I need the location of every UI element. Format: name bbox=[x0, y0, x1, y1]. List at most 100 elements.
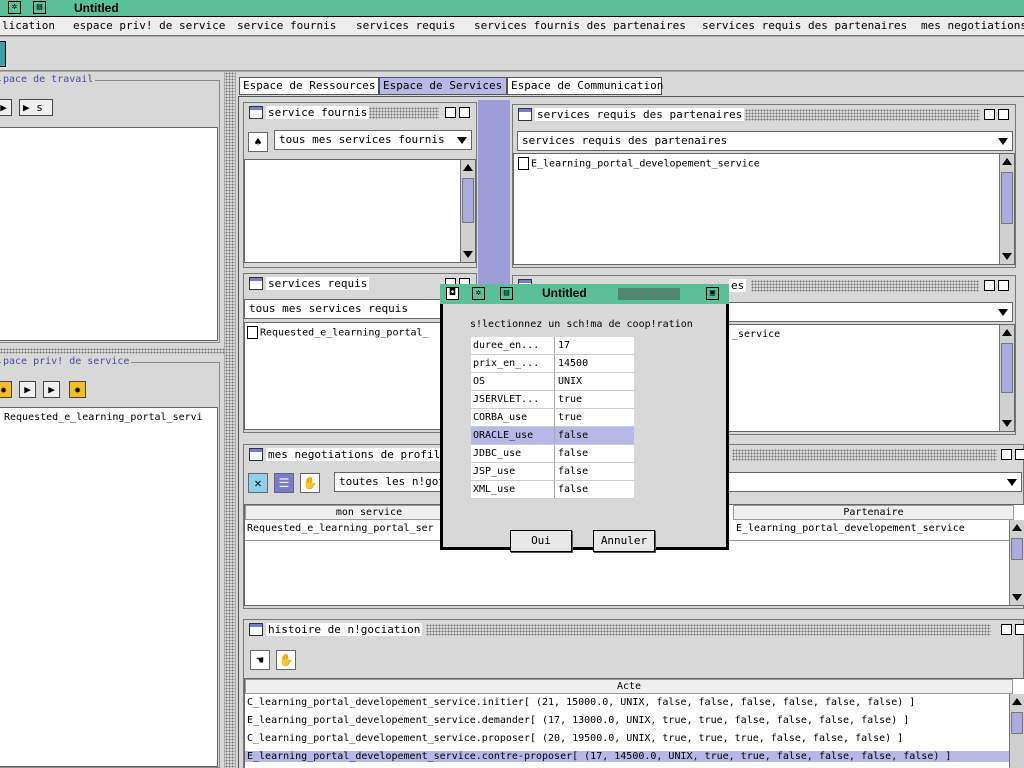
menu-services-fournis-partenaires[interactable]: services fournis des partenaires bbox=[474, 19, 686, 32]
property-row[interactable]: JSP_use false bbox=[471, 463, 634, 481]
property-value[interactable]: UNIX bbox=[554, 373, 634, 390]
scroll-thumb[interactable] bbox=[1001, 343, 1013, 393]
scroll-thumb[interactable] bbox=[462, 178, 474, 223]
gear-icon[interactable]: ✲ bbox=[472, 287, 485, 300]
play-s-button[interactable]: ▶ s bbox=[19, 99, 53, 116]
property-value[interactable]: false bbox=[554, 481, 634, 498]
star-icon[interactable]: ✹ bbox=[0, 381, 12, 398]
property-row[interactable]: OS UNIX bbox=[471, 373, 634, 391]
menu-services-requis[interactable]: services requis bbox=[356, 19, 455, 32]
table-row[interactable]: C_learning_portal_developement_service.p… bbox=[247, 733, 1012, 744]
column-header[interactable]: Partenaire bbox=[733, 505, 1014, 520]
scrollbar[interactable] bbox=[999, 154, 1014, 264]
scrollbar[interactable] bbox=[999, 325, 1014, 431]
menu-application[interactable]: lication bbox=[2, 19, 55, 32]
menu-espace-prive[interactable]: espace priv! de service bbox=[73, 19, 225, 32]
maximize-icon[interactable]: ▣ bbox=[706, 287, 719, 300]
play-icon[interactable]: ▶ bbox=[43, 381, 60, 398]
scroll-thumb[interactable] bbox=[1011, 712, 1023, 734]
scrollbar[interactable] bbox=[460, 160, 475, 262]
property-row[interactable]: duree_en... 17 bbox=[471, 337, 634, 355]
splitter[interactable] bbox=[0, 348, 224, 354]
property-row[interactable]: prix_en_... 14500 bbox=[471, 355, 634, 373]
handshake-icon[interactable]: ✋ bbox=[300, 473, 320, 493]
annuler-button[interactable]: Annuler bbox=[593, 530, 655, 552]
property-row[interactable]: JSERVLET... true bbox=[471, 391, 634, 409]
tools-icon[interactable]: ✕ bbox=[248, 473, 268, 493]
tab-services[interactable]: Espace de Services bbox=[379, 77, 507, 95]
table-row[interactable]: C_learning_portal_developement_service.i… bbox=[247, 697, 1012, 708]
scroll-up-icon[interactable] bbox=[1002, 329, 1012, 336]
list-item[interactable]: _service bbox=[732, 329, 780, 340]
list-item[interactable]: Requested_e_learning_portal_servi bbox=[4, 412, 203, 423]
property-value[interactable]: true bbox=[554, 391, 634, 408]
property-value[interactable]: false bbox=[554, 463, 634, 480]
window-icon[interactable]: ▤ bbox=[500, 287, 513, 300]
minimize-icon[interactable] bbox=[1001, 449, 1012, 460]
maximize-icon[interactable] bbox=[998, 280, 1009, 291]
menu-services-requis-partenaires[interactable]: services requis des partenaires bbox=[702, 19, 907, 32]
hand-point-icon[interactable]: ☚ bbox=[250, 650, 270, 670]
scroll-up-icon[interactable] bbox=[463, 164, 473, 171]
workspace-list[interactable] bbox=[0, 127, 218, 341]
requis-partenaires-combo[interactable]: services requis des partenaires bbox=[517, 131, 1013, 151]
scroll-down-icon[interactable] bbox=[463, 251, 473, 258]
services-icon[interactable]: ♠ bbox=[248, 132, 268, 152]
menu-mes-negotiations[interactable]: mes negotiations bbox=[921, 19, 1024, 32]
private-list[interactable]: Requested_e_learning_portal_servi bbox=[0, 407, 218, 767]
minimize-icon[interactable] bbox=[1001, 624, 1012, 635]
minimize-icon[interactable] bbox=[445, 107, 456, 118]
maximize-icon[interactable] bbox=[998, 109, 1009, 120]
property-row[interactable]: XML_use false bbox=[471, 481, 634, 499]
scroll-down-icon[interactable] bbox=[1012, 594, 1022, 601]
scroll-up-icon[interactable] bbox=[1012, 524, 1022, 531]
scrollbar[interactable] bbox=[1009, 694, 1024, 768]
window-icon[interactable]: ▤ bbox=[33, 1, 46, 14]
requis-partenaires-list[interactable]: E_learning_portal_developement_service bbox=[513, 153, 1015, 265]
oui-button[interactable]: Oui bbox=[510, 530, 572, 552]
table-row[interactable]: E_learning_portal_developement_service.d… bbox=[247, 715, 1012, 726]
toolbar-button[interactable] bbox=[0, 41, 6, 67]
property-value[interactable]: false bbox=[554, 445, 634, 462]
maximize-icon[interactable] bbox=[1015, 449, 1024, 460]
column-header[interactable]: Acte bbox=[245, 679, 1013, 694]
property-row[interactable]: JDBC_use false bbox=[471, 445, 634, 463]
scroll-thumb[interactable] bbox=[1001, 172, 1013, 224]
table-cell[interactable]: Requested_e_learning_portal_ser bbox=[247, 523, 441, 534]
scroll-thumb[interactable] bbox=[1011, 538, 1023, 560]
property-value[interactable]: true bbox=[554, 409, 634, 426]
property-value[interactable]: false bbox=[554, 427, 634, 444]
play-icon[interactable]: ▶ bbox=[0, 99, 12, 116]
play-icon[interactable]: ▶ bbox=[19, 381, 36, 398]
gear-icon[interactable]: ✲ bbox=[8, 1, 21, 14]
property-row[interactable]: ORACLE_use false bbox=[471, 427, 634, 445]
fournis-combo[interactable]: tous mes services fournis bbox=[274, 130, 472, 150]
combo-value: tous mes services requis bbox=[249, 302, 408, 315]
maximize-icon[interactable] bbox=[459, 107, 470, 118]
scroll-up-icon[interactable] bbox=[1012, 698, 1022, 705]
list-item[interactable]: Requested_e_learning_portal_ bbox=[247, 326, 429, 339]
list-icon[interactable]: ☰ bbox=[274, 473, 294, 493]
table-cell[interactable]: E_learning_portal_developement_service bbox=[736, 523, 965, 534]
minimize-icon[interactable] bbox=[984, 280, 995, 291]
list-item[interactable]: E_learning_portal_developement_service bbox=[518, 157, 760, 170]
scroll-down-icon[interactable] bbox=[1002, 253, 1012, 260]
fournis-list[interactable] bbox=[244, 159, 476, 263]
scroll-down-icon[interactable] bbox=[1002, 420, 1012, 427]
star-icon[interactable]: ✹ bbox=[69, 381, 86, 398]
minimize-icon[interactable] bbox=[984, 109, 995, 120]
combo-value: services requis des partenaires bbox=[522, 134, 728, 147]
tab-ressources[interactable]: Espace de Ressources bbox=[239, 77, 379, 95]
scrollbar[interactable] bbox=[1009, 520, 1024, 605]
close-icon[interactable]: ◘ bbox=[446, 287, 459, 300]
property-value[interactable]: 14500 bbox=[554, 355, 634, 372]
vertical-splitter[interactable] bbox=[225, 72, 235, 768]
tab-communication[interactable]: Espace de Communication bbox=[507, 77, 663, 95]
property-value[interactable]: 17 bbox=[554, 337, 634, 354]
handshake-icon[interactable]: ✋ bbox=[276, 650, 296, 670]
property-row[interactable]: CORBA_use true bbox=[471, 409, 634, 427]
table-row-selected[interactable]: E_learning_portal_developement_service.c… bbox=[245, 751, 1013, 762]
maximize-icon[interactable] bbox=[1015, 624, 1024, 635]
menu-service-fournis[interactable]: service fournis bbox=[237, 19, 336, 32]
scroll-up-icon[interactable] bbox=[1002, 158, 1012, 165]
